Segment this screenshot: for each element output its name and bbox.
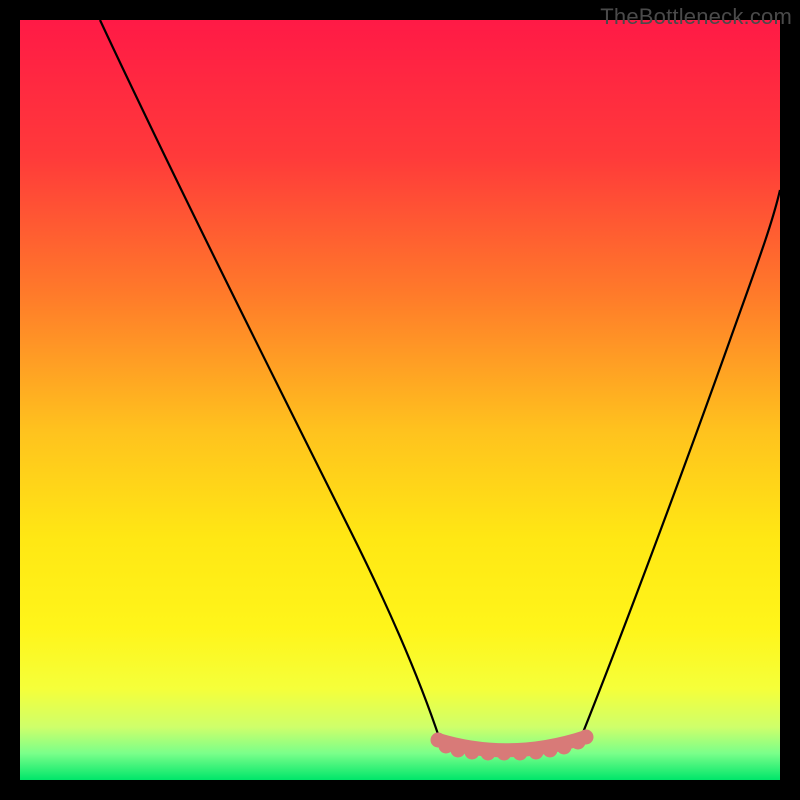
plot-area bbox=[20, 20, 780, 780]
watermark-text: TheBottleneck.com bbox=[600, 4, 792, 30]
curve-left bbox=[100, 20, 440, 740]
chart-stage: TheBottleneck.com bbox=[0, 0, 800, 800]
flat-bottom-marker bbox=[431, 730, 593, 760]
curve-right bbox=[580, 190, 780, 740]
curve-layer bbox=[20, 20, 780, 780]
